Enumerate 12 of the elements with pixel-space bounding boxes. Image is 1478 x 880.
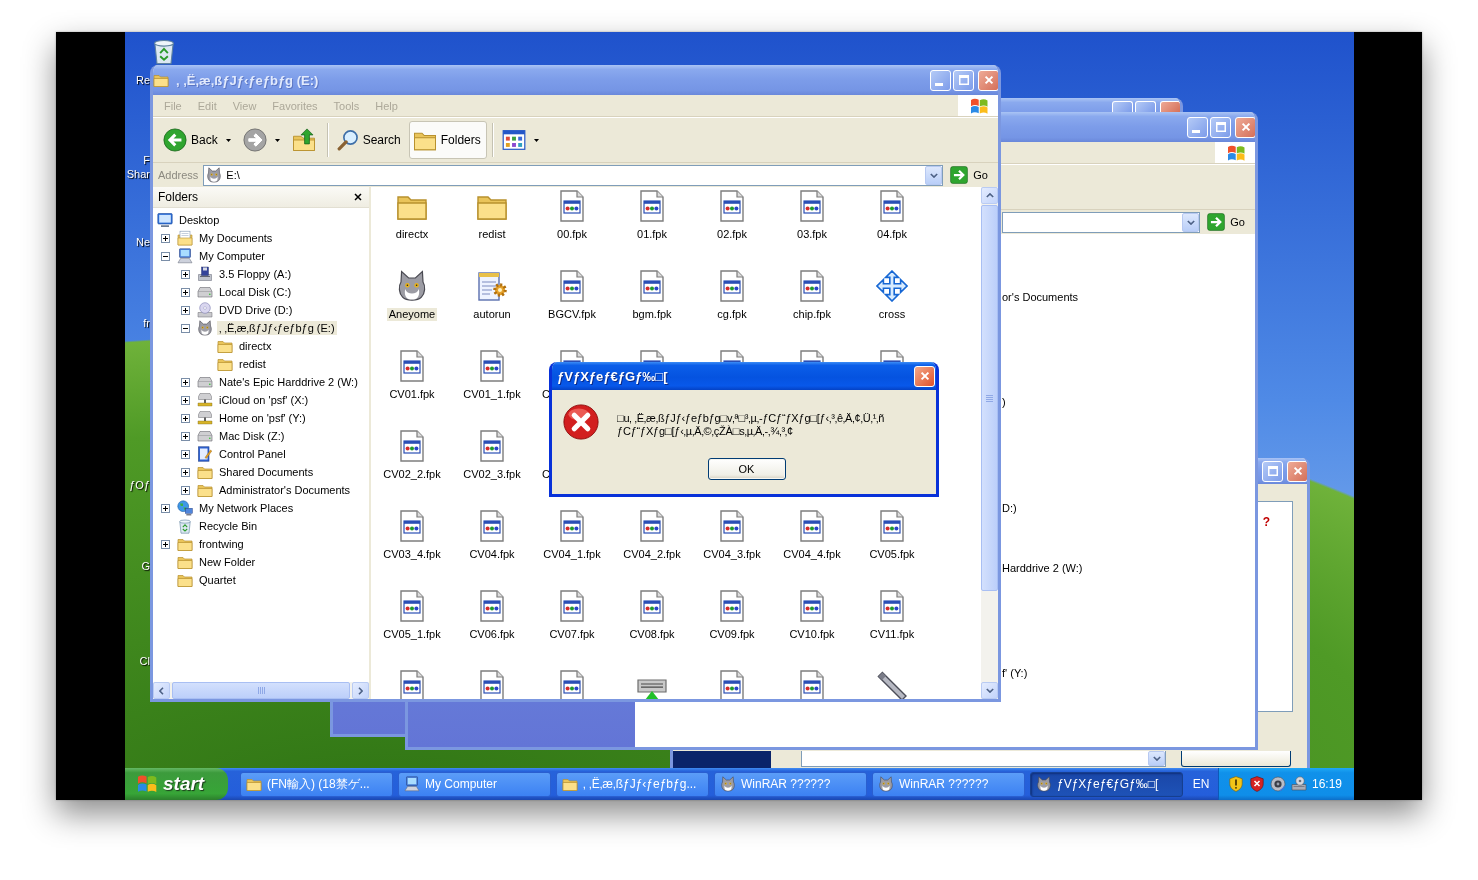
tree-item: ) xyxy=(1002,396,1006,408)
error-message: □u‚ ‚Ë‚æ‚ßƒJƒ‹ƒeƒbƒg□v‚ª□³‚µ‚-ƒCƒ“ƒXƒg□[ƒ‹‚³‚ê‚Ä‚¢‚Ü‚¹‚ñ ƒCƒ“ƒXƒg□[ƒ‹‚µ‚Ä‚©‚çŽÀ□s‚µ‚Ä‚-‚¾‚³‚¢ xyxy=(617,412,885,438)
tree-item: or's Documents xyxy=(1002,291,1079,303)
tree-item: f' (Y:) xyxy=(1002,667,1028,679)
pane-title: Folders xyxy=(158,190,198,204)
clock: 16:19 xyxy=(1312,777,1343,791)
tree-item: Harddrive 2 (W:) xyxy=(1002,562,1083,574)
dialog-title: ƒVƒXƒeƒ€ƒGƒ‰□[ xyxy=(557,368,668,384)
address-label: Address xyxy=(158,169,199,181)
warning-text: ? xyxy=(1262,515,1270,529)
window-title: ‚ ‚Ë‚æ‚ßƒJƒ‹ƒeƒbƒg (E:) xyxy=(176,72,320,88)
tree-item: D:) xyxy=(1002,502,1017,514)
